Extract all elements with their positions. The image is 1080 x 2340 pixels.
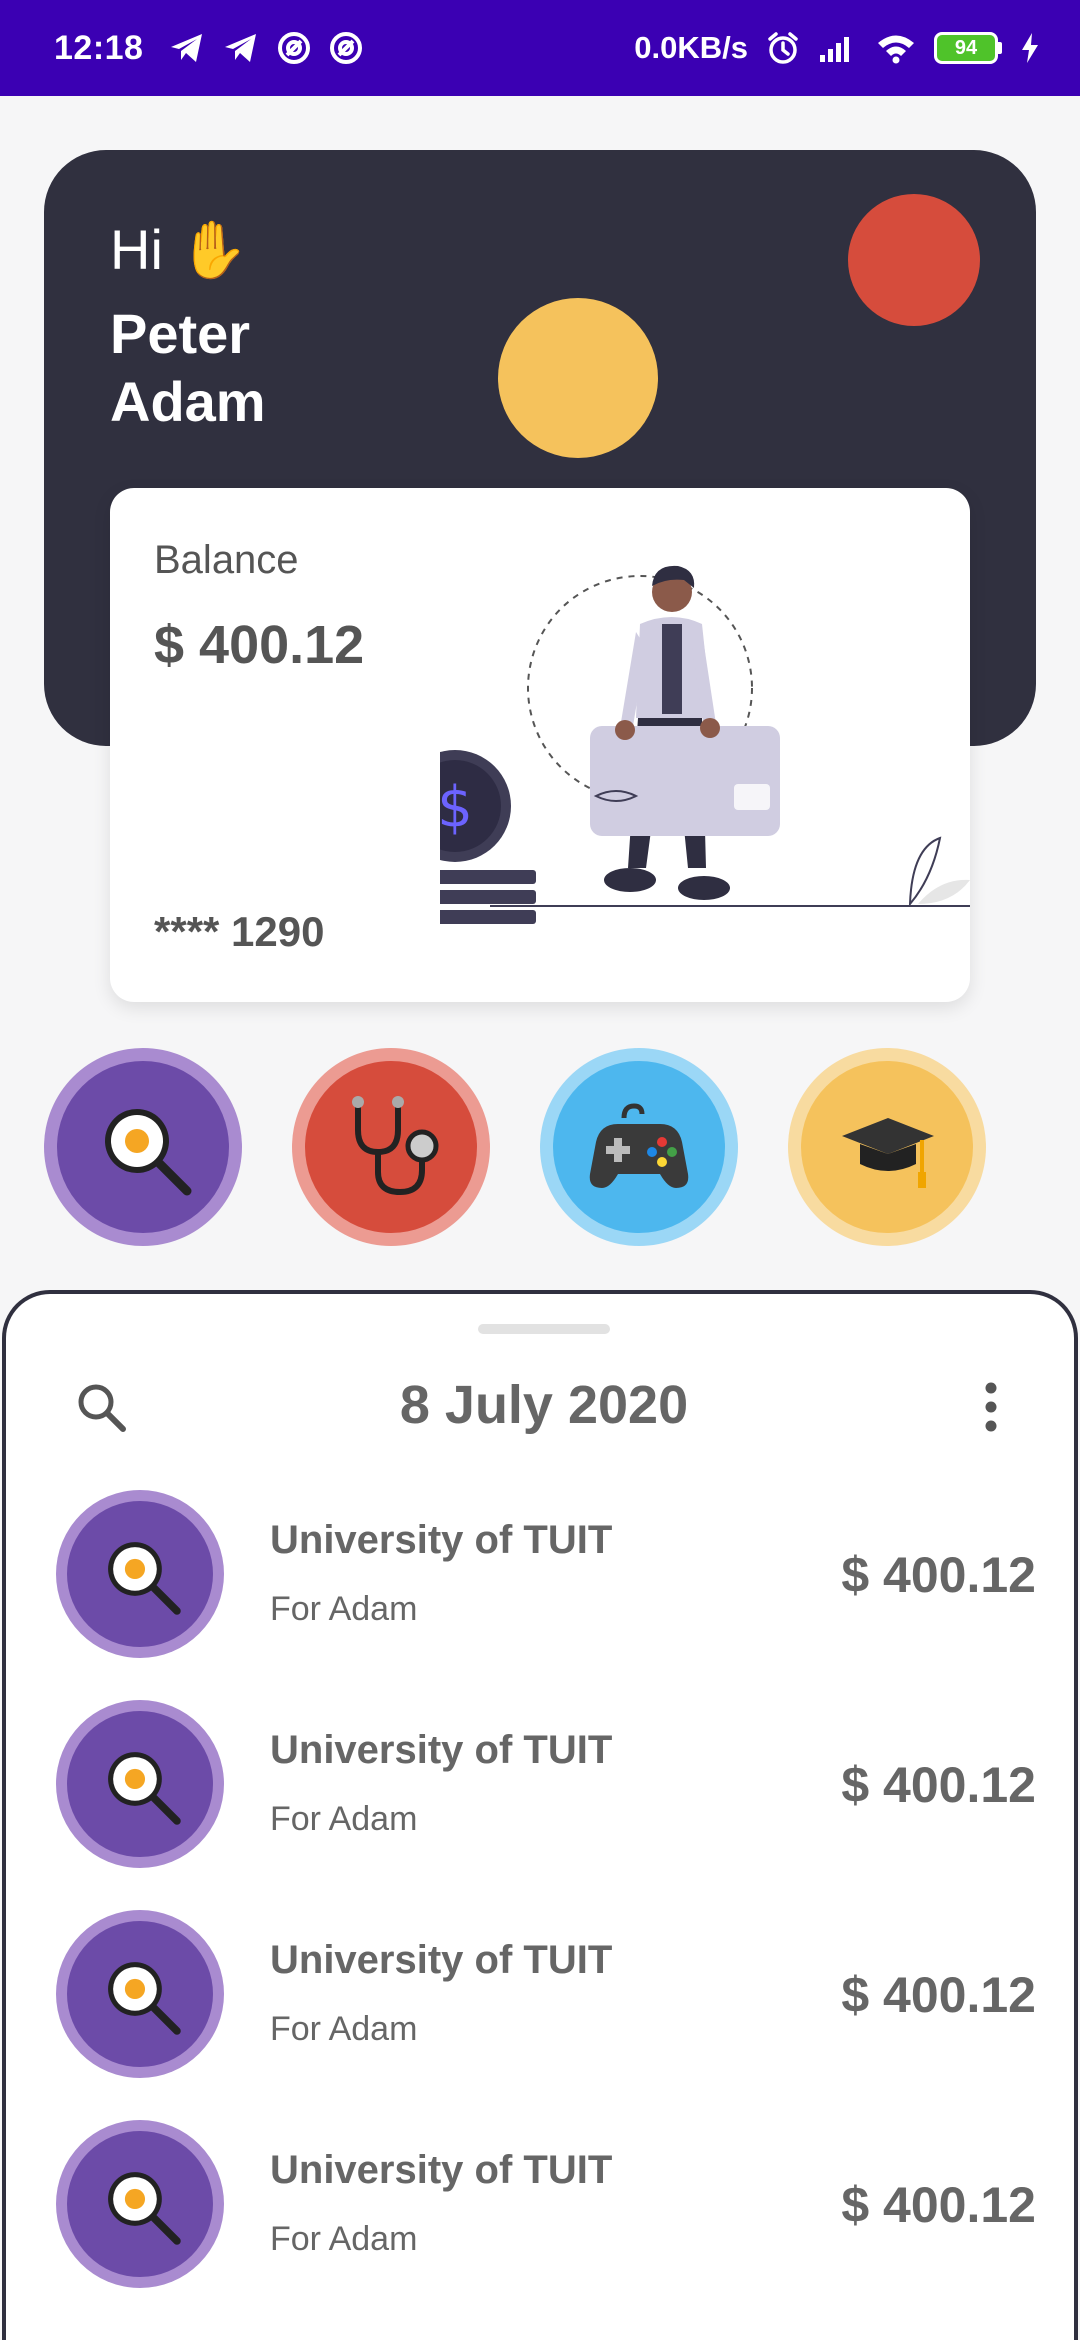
transaction-avatar: [56, 2120, 224, 2288]
frying-pan-egg-icon: [108, 1542, 181, 1615]
category-health-button[interactable]: [292, 1048, 490, 1246]
transaction-row[interactable]: University of TUIT For Adam $ 400.12: [56, 1700, 1036, 1870]
transaction-avatar: [56, 1490, 224, 1658]
user-name: Peter Adam: [110, 302, 266, 433]
category-games-button[interactable]: [540, 1048, 738, 1246]
status-time: 12:18: [54, 28, 144, 67]
charging-icon: [1020, 32, 1040, 64]
transaction-amount: $ 400.12: [841, 1547, 1036, 1603]
battery-icon: 94: [934, 32, 1002, 64]
category-food-button[interactable]: [44, 1048, 242, 1246]
telegram-icon: [223, 32, 259, 64]
transaction-subtitle: For Adam: [270, 1590, 418, 1628]
alarm-icon: [766, 31, 800, 65]
status-bar-right: 0.0KB/s 94: [634, 30, 1040, 66]
decorative-red-circle: [848, 194, 980, 326]
transaction-amount: $ 400.12: [841, 1967, 1036, 2023]
category-education-button[interactable]: [788, 1048, 986, 1246]
transaction-subtitle: For Adam: [270, 2220, 418, 2258]
vpn-icon: [329, 31, 363, 65]
decorative-yellow-circle: [498, 298, 658, 458]
transaction-title: University of TUIT: [270, 2148, 613, 2192]
transactions-date: 8 July 2020: [399, 1375, 689, 1435]
stethoscope-icon: [352, 1096, 439, 1196]
transactions-sheet[interactable]: 8 July 2020 University of TUIT For Adam …: [2, 1290, 1078, 2340]
vpn-icon: [277, 31, 311, 65]
network-speed: 0.0KB/s: [634, 30, 748, 65]
transaction-title: University of TUIT: [270, 1728, 613, 1772]
sheet-drag-handle[interactable]: [478, 1324, 610, 1334]
graduation-cap-icon: [842, 1118, 934, 1188]
svg-text:$: $: [440, 775, 473, 840]
game-controller-icon: [589, 1103, 689, 1188]
frying-pan-egg-icon: [108, 1962, 181, 2035]
greeting-text: Hi ✋: [110, 218, 249, 281]
status-bar: 12:18 0.0KB/s 94: [0, 0, 1080, 96]
balance-label: Balance: [154, 538, 299, 582]
frying-pan-egg-icon: [108, 2172, 181, 2245]
telegram-icon: [169, 32, 205, 64]
payment-illustration: $: [440, 565, 970, 924]
transaction-avatar: [56, 1700, 224, 1868]
transaction-avatar: [56, 1910, 224, 2078]
card-number: **** 1290: [154, 908, 325, 955]
transaction-subtitle: For Adam: [270, 2010, 418, 2048]
more-vertical-icon: [985, 1382, 997, 1432]
more-options-button[interactable]: [956, 1372, 1026, 1442]
transaction-title: University of TUIT: [270, 1938, 613, 1982]
signal-icon: [818, 33, 858, 63]
transaction-title: University of TUIT: [270, 1518, 613, 1562]
transaction-row[interactable]: University of TUIT For Adam $ 400.12: [56, 2120, 1036, 2290]
wifi-icon: [876, 32, 916, 64]
transaction-subtitle: For Adam: [270, 1800, 418, 1838]
status-bar-left: 12:18: [54, 29, 363, 68]
frying-pan-egg-icon: [108, 1752, 181, 1825]
transaction-amount: $ 400.12: [841, 1757, 1036, 1813]
balance-card[interactable]: Balance $ 400.12 **** 1290 $: [110, 488, 970, 1002]
balance-amount: $ 400.12: [154, 615, 365, 675]
transaction-row[interactable]: University of TUIT For Adam $ 400.12: [56, 1910, 1036, 2080]
battery-level: 94: [934, 32, 998, 64]
frying-pan-egg-icon: [105, 1109, 192, 1196]
transaction-amount: $ 400.12: [841, 2177, 1036, 2233]
transaction-row[interactable]: University of TUIT For Adam $ 400.12: [56, 1490, 1036, 1660]
